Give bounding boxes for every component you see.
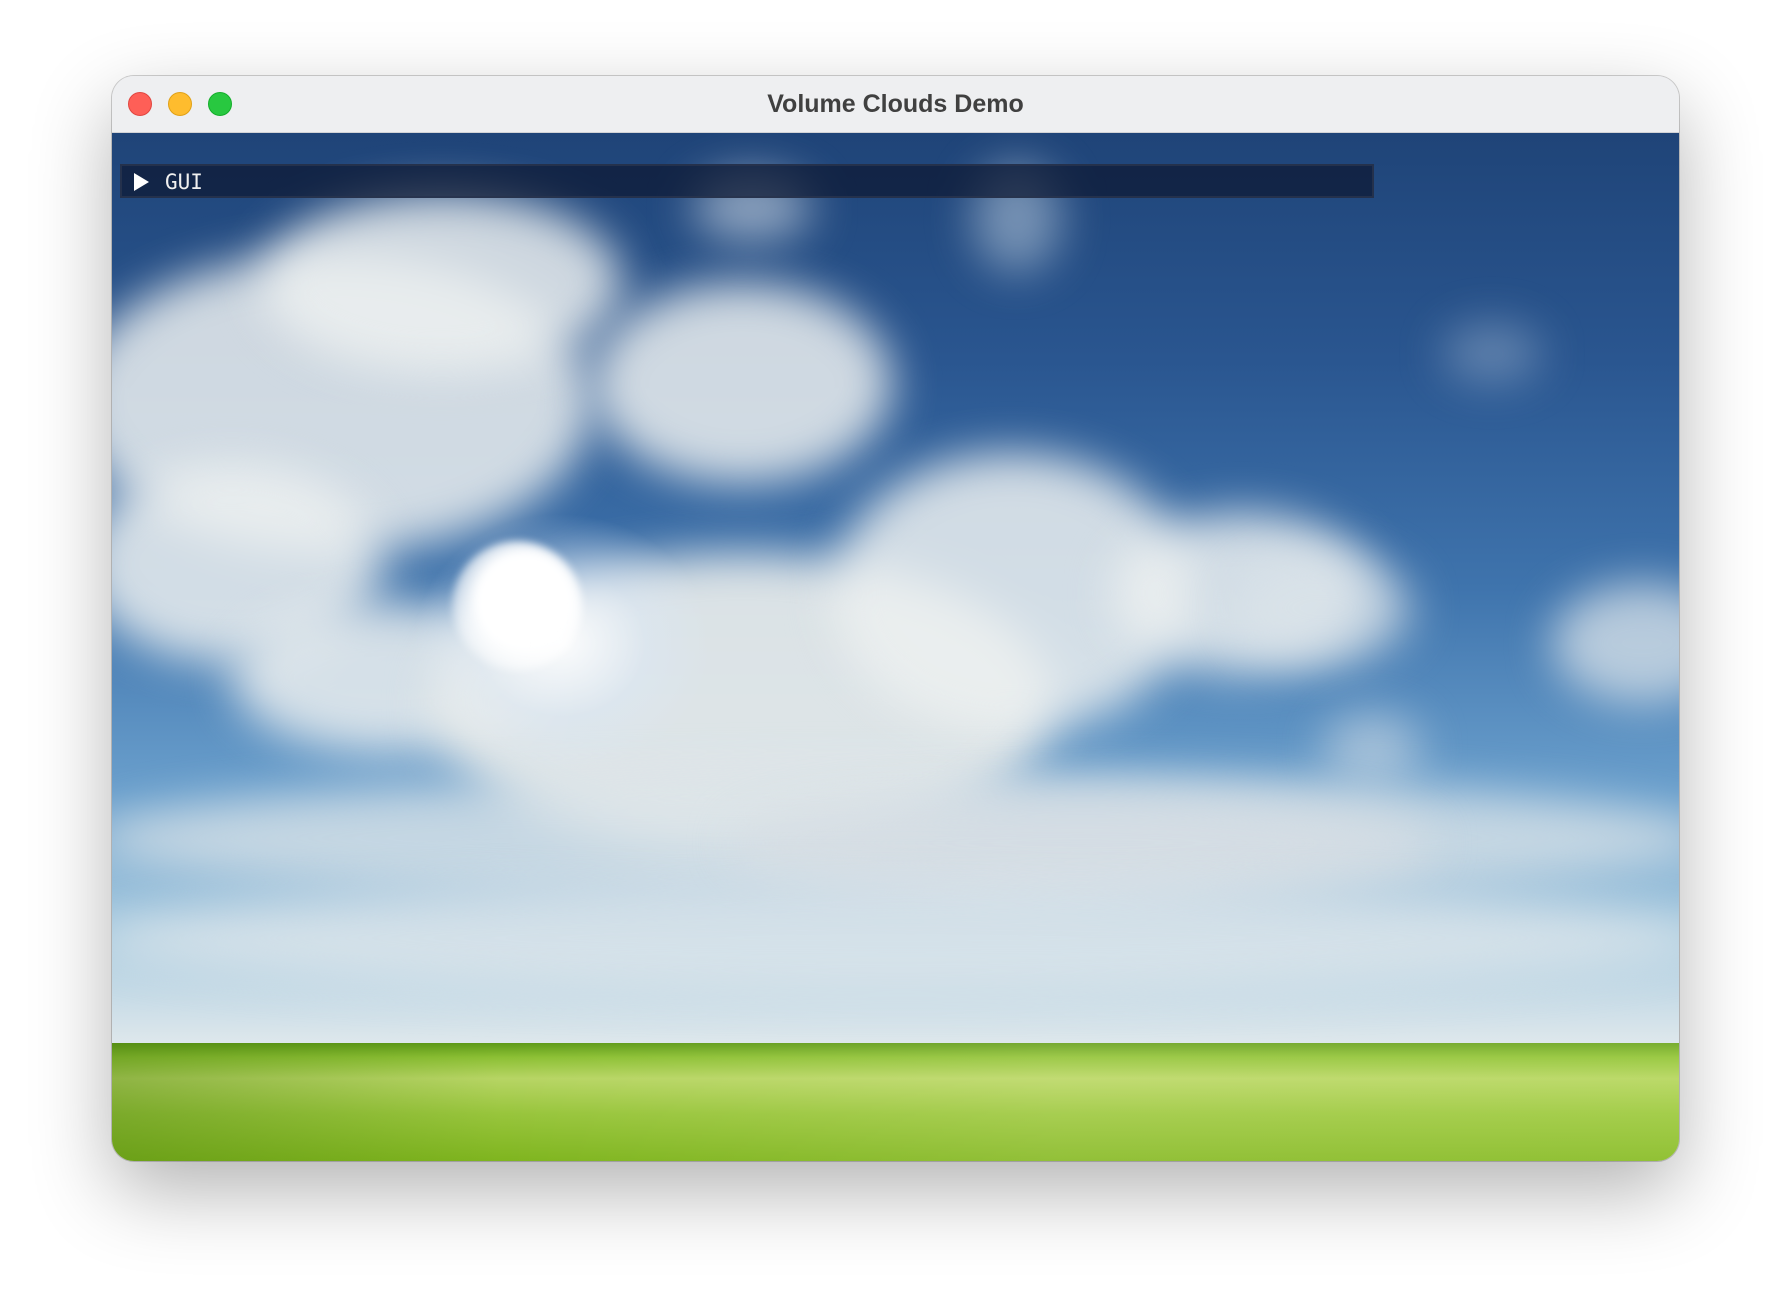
cloud xyxy=(112,883,1679,993)
play-triangle-icon[interactable] xyxy=(134,173,149,191)
cloud xyxy=(1232,553,1412,663)
gui-panel-header[interactable]: GUI xyxy=(120,164,1374,198)
cloud xyxy=(1442,323,1542,383)
ground-shading xyxy=(112,1043,1679,1161)
cloud xyxy=(732,793,1432,893)
window-title: Volume Clouds Demo xyxy=(767,90,1024,118)
sun xyxy=(452,541,582,671)
title-bar[interactable]: Volume Clouds Demo xyxy=(112,76,1679,133)
render-viewport[interactable]: GUI xyxy=(112,133,1679,1161)
cloud xyxy=(1322,713,1422,783)
cloud xyxy=(592,283,892,483)
cloud xyxy=(262,193,622,373)
app-window: Volume Clouds Demo GUI xyxy=(112,76,1679,1161)
gui-panel-label: GUI xyxy=(165,170,203,194)
